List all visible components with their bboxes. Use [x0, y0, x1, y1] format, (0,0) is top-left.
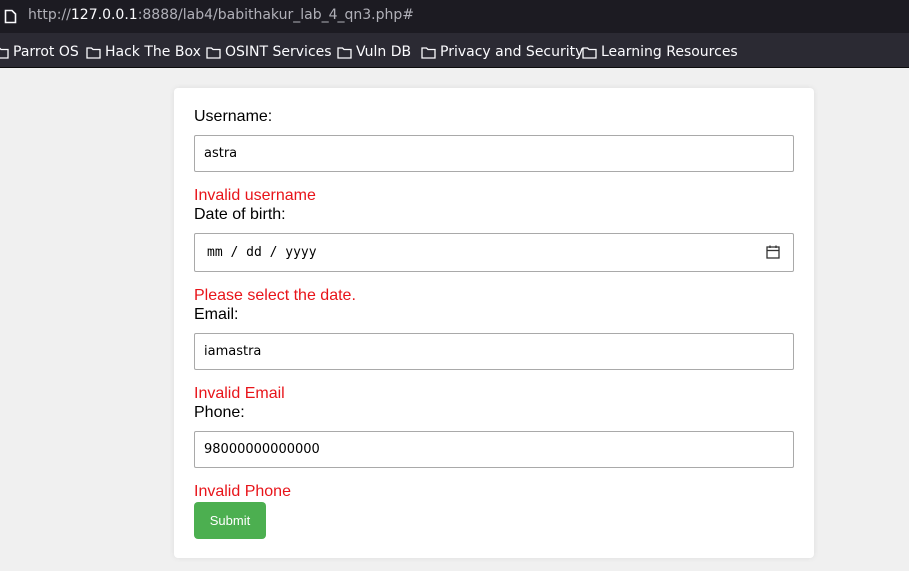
url-host: 127.0.0.1 [70, 7, 138, 23]
username-error: Invalid username [194, 187, 316, 204]
email-value: iamastra [204, 344, 262, 359]
folder-icon [337, 46, 352, 59]
username-value: astra [204, 146, 238, 161]
bookmark-label: Hack The Box [105, 44, 201, 60]
phone-label: Phone: [194, 404, 245, 421]
bookmark-label: Vuln DB [356, 44, 412, 60]
bookmark-label: Learning Resources [601, 44, 738, 60]
bookmark-hack-the-box[interactable]: Hack The Box [86, 43, 201, 61]
phone-error: Invalid Phone [194, 483, 291, 500]
page-icon [4, 9, 17, 24]
phone-input[interactable]: 98000000000000 [194, 431, 794, 468]
email-input[interactable]: iamastra [194, 333, 794, 370]
folder-icon [86, 46, 101, 59]
url-path: :8888/lab4/babithakur_lab_4_qn3.php# [137, 7, 414, 23]
bookmark-parrot-os[interactable]: Parrot OS [0, 43, 79, 61]
bookmark-vuln-db[interactable]: Vuln DB [337, 43, 411, 61]
dob-label: Date of birth: [194, 206, 286, 223]
folder-icon [582, 46, 597, 59]
registration-form: Username: astra Invalid username Date of… [174, 88, 814, 558]
submit-button[interactable]: Submit [194, 502, 266, 539]
username-label: Username: [194, 108, 273, 125]
bookmarks-toolbar: Parrot OS Hack The Box OSINT Services Vu… [0, 33, 909, 68]
folder-icon [0, 47, 9, 59]
address-bar[interactable]: http://127.0.0.1:8888/lab4/babithakur_la… [0, 0, 909, 33]
bookmark-label: Privacy and Security [440, 44, 584, 60]
phone-value: 98000000000000 [204, 442, 320, 457]
dob-input[interactable]: mm / dd / yyyy [194, 233, 794, 272]
url-prefix: http:// [28, 7, 71, 23]
folder-icon [206, 46, 221, 59]
bookmark-privacy-and-security[interactable]: Privacy and Security [421, 43, 583, 61]
url-text[interactable]: http://127.0.0.1:8888/lab4/babithakur_la… [28, 7, 414, 23]
dob-error: Please select the date. [194, 287, 356, 304]
username-input[interactable]: astra [194, 135, 794, 172]
bookmark-label: Parrot OS [13, 44, 79, 60]
bookmark-osint-services[interactable]: OSINT Services [206, 43, 332, 61]
email-error: Invalid Email [194, 385, 285, 402]
bookmark-label: OSINT Services [225, 44, 332, 60]
email-label: Email: [194, 306, 239, 323]
calendar-icon[interactable] [766, 245, 780, 259]
bookmark-learning-resources[interactable]: Learning Resources [582, 43, 738, 61]
folder-icon [421, 46, 436, 59]
dob-value: mm / dd / yyyy [207, 245, 317, 260]
